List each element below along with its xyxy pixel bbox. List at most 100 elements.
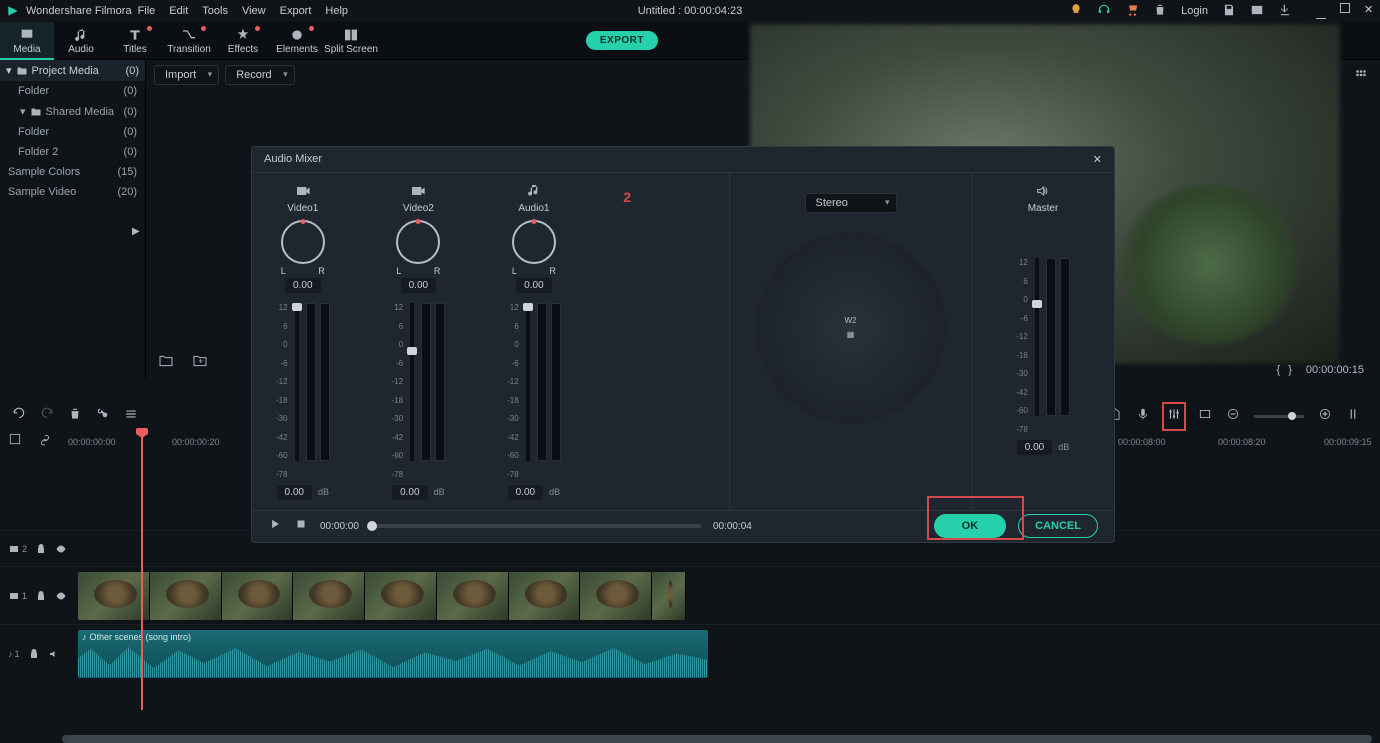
save-icon[interactable] <box>1222 3 1236 20</box>
ok-button[interactable]: OK <box>934 514 1007 538</box>
mute-icon[interactable] <box>48 648 60 660</box>
download-icon[interactable] <box>1278 3 1292 20</box>
tab-elements[interactable]: Elements <box>270 22 324 60</box>
mark-out-icon[interactable]: } <box>1288 364 1292 376</box>
tab-audio[interactable]: Audio <box>54 22 108 60</box>
sidepanel-item-folder2[interactable]: Folder(0) <box>0 122 145 142</box>
video-icon <box>295 183 311 199</box>
sidepanel-item-samplevideo[interactable]: Sample Video(20) <box>0 182 145 202</box>
split-icon[interactable] <box>96 407 110 426</box>
tab-media[interactable]: Media <box>0 22 54 60</box>
stop-icon[interactable] <box>294 517 308 536</box>
menu-edit[interactable]: Edit <box>169 5 188 17</box>
zoom-fit-icon[interactable] <box>1346 407 1360 426</box>
pan-knob[interactable] <box>396 220 440 264</box>
adjust-icon[interactable] <box>124 407 138 426</box>
lock-icon[interactable] <box>35 590 47 602</box>
zoom-out-icon[interactable] <box>1226 407 1240 426</box>
minimize-icon[interactable] <box>1316 9 1326 19</box>
login-button[interactable]: Login <box>1181 5 1208 17</box>
track-v1[interactable]: 1 ▸Plating Food <box>0 566 1380 624</box>
pan-value[interactable]: 0.00 <box>285 278 320 293</box>
playhead[interactable] <box>141 430 143 710</box>
pan-knob[interactable] <box>512 220 556 264</box>
level-meter <box>1046 258 1056 416</box>
menu-export[interactable]: Export <box>280 5 312 17</box>
eye-icon[interactable] <box>55 590 67 602</box>
play-icon[interactable] <box>268 517 282 536</box>
master-channel: Master 1260-6-12-18-30-42-60-78 0.00dB <box>972 173 1114 510</box>
timeline-scrollbar[interactable] <box>62 735 1372 743</box>
level-meter <box>435 303 445 461</box>
tab-effects[interactable]: Effects <box>216 22 270 60</box>
lock-icon[interactable] <box>35 543 47 555</box>
video-clip[interactable]: ▸Plating Food <box>78 572 686 620</box>
fader[interactable] <box>526 303 530 461</box>
mic-icon[interactable] <box>1136 407 1150 426</box>
eye-icon[interactable] <box>55 543 67 555</box>
headphone-icon[interactable] <box>1097 3 1111 20</box>
menu-tools[interactable]: Tools <box>202 5 228 17</box>
clip-audio-icon: ♪ <box>82 632 87 642</box>
trash-icon[interactable] <box>1153 3 1167 20</box>
render-icon[interactable] <box>1198 407 1212 426</box>
mark-in-icon[interactable]: { <box>1277 364 1281 376</box>
new-bin-icon[interactable] <box>192 353 208 374</box>
pan-knob[interactable] <box>281 220 325 264</box>
master-fader[interactable] <box>1035 258 1039 416</box>
tab-transition[interactable]: Transition <box>162 22 216 60</box>
collapse-panel-icon[interactable]: ▶ <box>132 226 140 237</box>
audio-mixer-icon[interactable] <box>1164 404 1184 429</box>
sidepanel-item-folder3[interactable]: Folder 2(0) <box>0 142 145 162</box>
gain-value[interactable]: 0.00 <box>392 485 427 500</box>
redo-icon[interactable] <box>40 407 54 426</box>
sidepanel-item-folder[interactable]: Folder(0) <box>0 81 145 101</box>
surround-pan[interactable]: W2▦ <box>756 233 946 423</box>
project-media-header[interactable]: ▾Project Media (0) <box>0 60 145 81</box>
audio-clip[interactable]: ♪Other scenes (song intro) <box>78 630 708 678</box>
sidepanel-item-samplecolors[interactable]: Sample Colors(15) <box>0 162 145 182</box>
tab-splitscreen[interactable]: Split Screen <box>324 22 378 60</box>
gain-value[interactable]: 0.00 <box>277 485 312 500</box>
sidepanel-item-shared[interactable]: ▾Shared Media(0) <box>0 101 145 122</box>
cancel-button[interactable]: CANCEL <box>1018 514 1098 538</box>
menu-view[interactable]: View <box>242 5 266 17</box>
undo-icon[interactable] <box>12 407 26 426</box>
gain-value[interactable]: 0.00 <box>508 485 543 500</box>
tab-titles[interactable]: Titles <box>108 22 162 60</box>
menu-help[interactable]: Help <box>325 5 348 17</box>
new-folder-icon[interactable] <box>158 353 174 374</box>
lock-icon[interactable] <box>28 648 40 660</box>
export-button[interactable]: EXPORT <box>586 31 658 50</box>
idea-icon[interactable] <box>1069 3 1083 20</box>
playback-progress[interactable] <box>371 524 701 528</box>
zoom-in-icon[interactable] <box>1318 407 1332 426</box>
fader[interactable] <box>295 303 299 461</box>
zoom-slider[interactable] <box>1254 415 1304 418</box>
fader[interactable] <box>410 303 414 461</box>
close-icon[interactable]: ✕ <box>1364 3 1374 13</box>
record-dropdown[interactable]: Record <box>225 65 294 85</box>
surround-panel: Stereo W2▦ <box>730 173 972 510</box>
cart-icon[interactable] <box>1125 3 1139 20</box>
level-meter <box>306 303 316 461</box>
mail-icon[interactable] <box>1250 3 1264 20</box>
track-a1[interactable]: ♪1 ♪Other scenes (song intro) <box>0 624 1380 682</box>
preview-time: 00:00:00:15 <box>1306 364 1364 376</box>
menu-file[interactable]: File <box>138 5 156 17</box>
pan-value[interactable]: 0.00 <box>516 278 551 293</box>
import-dropdown[interactable]: Import <box>154 65 219 85</box>
level-meter <box>1060 258 1070 416</box>
playback-start-time: 00:00:00 <box>320 521 359 532</box>
maximize-icon[interactable] <box>1340 3 1350 13</box>
project-title: Untitled : 00:00:04:23 <box>638 5 743 17</box>
stereo-dropdown[interactable]: Stereo <box>805 193 897 213</box>
level-meter <box>421 303 431 461</box>
pan-value[interactable]: 0.00 <box>401 278 436 293</box>
annotation-2: 2 <box>623 189 631 205</box>
master-gain-value[interactable]: 0.00 <box>1017 440 1052 455</box>
video-icon <box>410 183 426 199</box>
dialog-close-icon[interactable]: ✕ <box>1093 153 1102 166</box>
delete-icon[interactable] <box>68 407 82 426</box>
grid-view-icon[interactable] <box>1350 64 1372 86</box>
